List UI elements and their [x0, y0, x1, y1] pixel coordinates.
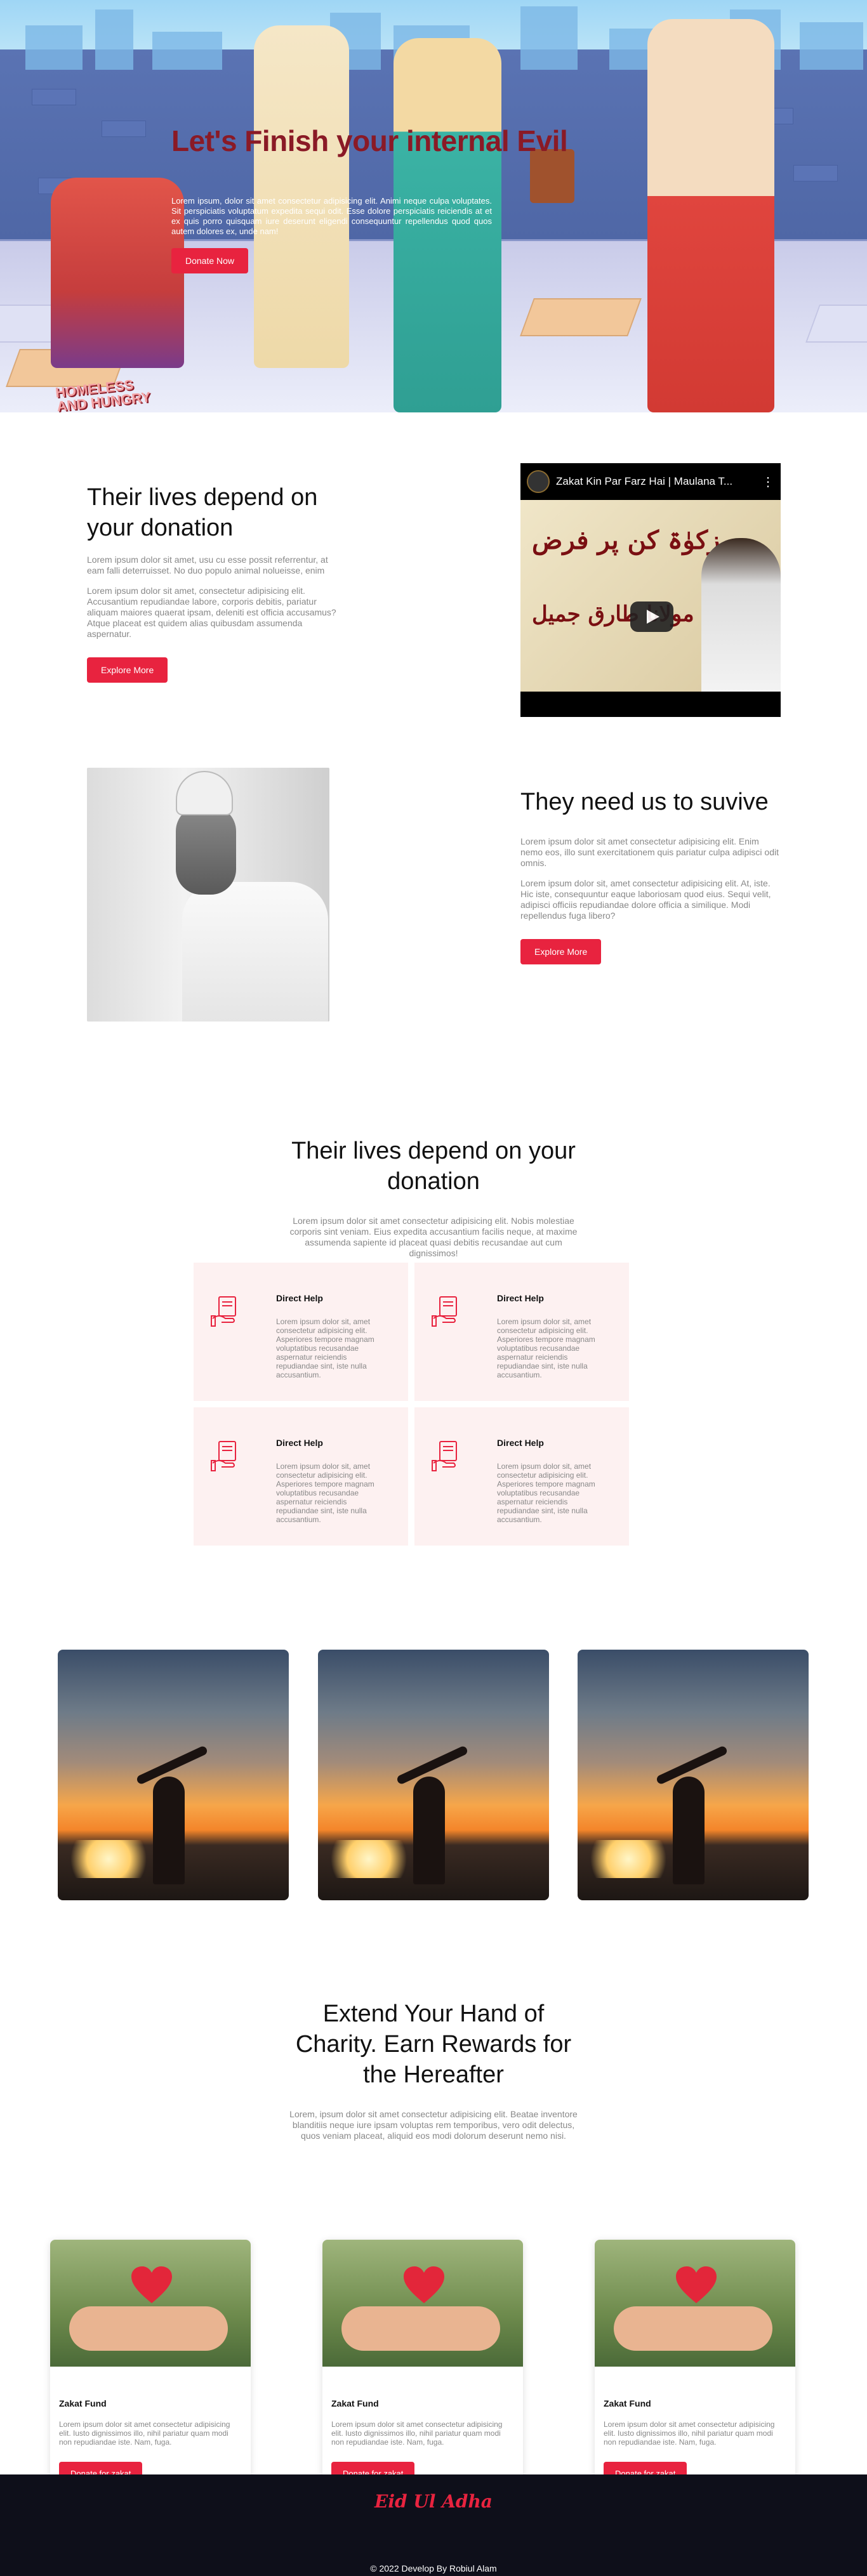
- section-title: Extend Your Hand of Charity. Earn Reward…: [295, 2001, 572, 2088]
- section-para: Lorem, ipsum dolor sit amet consectetur …: [289, 2109, 578, 2141]
- play-icon[interactable]: [630, 601, 673, 632]
- card-desc: Lorem ipsum dolor sit, amet consectetur …: [276, 1317, 374, 1379]
- card-desc: Lorem ipsum dolor sit, amet consectetur …: [497, 1317, 595, 1379]
- hero-text: Lorem ipsum, dolor sit amet consectetur …: [171, 196, 492, 236]
- section-para: Lorem ipsum dolor sit amet consectetur a…: [520, 836, 779, 868]
- illustration-standing-man: [647, 19, 774, 412]
- card-desc: Lorem ipsum dolor sit, amet consectetur …: [497, 1462, 595, 1524]
- help-document-icon: [211, 1441, 236, 1471]
- donation-section: Their lives depend on your donation Lore…: [0, 412, 867, 768]
- help-document-icon: [432, 1441, 457, 1471]
- explore-more-button[interactable]: Explore More: [520, 939, 602, 964]
- heart-icon: [131, 2266, 172, 2303]
- fund-title: Zakat Fund: [331, 2398, 379, 2408]
- section-para: Lorem ipsum dolor sit amet, usu cu esse …: [87, 555, 328, 575]
- section-title: Their lives depend on your donation: [291, 1138, 576, 1195]
- copyright-text: © 2022 Develop By Robiul Alam: [370, 2563, 497, 2573]
- fund-desc: Lorem ipsum dolor sit amet consectetur a…: [331, 2420, 503, 2447]
- heart-hands-photo: [50, 2240, 251, 2367]
- gallery-section: [0, 1650, 867, 1999]
- video-title-bar: Zakat Kin Par Farz Hai | Maulana T... ⋮: [520, 463, 781, 500]
- hero-title: Let's Finish your internal Evil: [171, 124, 568, 157]
- gallery-photo: [318, 1650, 549, 1900]
- help-card: Direct Help Lorem ipsum dolor sit, amet …: [414, 1407, 629, 1546]
- card-title: Direct Help: [276, 1293, 323, 1303]
- heart-icon: [676, 2266, 717, 2303]
- explore-more-button[interactable]: Explore More: [87, 657, 168, 683]
- section-para: Lorem ipsum dolor sit amet, consectetur …: [87, 586, 336, 639]
- survive-text: They need us to suvive Lorem ipsum dolor…: [520, 787, 781, 964]
- survive-section: They need us to suvive Lorem ipsum dolor…: [0, 768, 867, 1098]
- illustration-sitting-man: [51, 178, 184, 368]
- help-cards-grid: Direct Help Lorem ipsum dolor sit, amet …: [194, 1263, 629, 1546]
- video-title[interactable]: Zakat Kin Par Farz Hai | Maulana T...: [556, 475, 732, 488]
- fund-desc: Lorem ipsum dolor sit amet consectetur a…: [59, 2420, 230, 2447]
- more-icon[interactable]: ⋮: [762, 474, 774, 490]
- video-embed[interactable]: Zakat Kin Par Farz Hai | Maulana T... ⋮ …: [520, 463, 781, 717]
- fund-card: Zakat Fund Lorem ipsum dolor sit amet co…: [322, 2240, 523, 2506]
- thumbnail-person: [701, 538, 781, 692]
- gallery-photo: [58, 1650, 289, 1900]
- hero-section: HOMELESS AND HUNGRY Let's Finish your in…: [0, 0, 867, 412]
- help-card: Direct Help Lorem ipsum dolor sit, amet …: [194, 1407, 408, 1546]
- card-title: Direct Help: [276, 1438, 323, 1448]
- help-document-icon: [432, 1296, 457, 1327]
- heart-hands-photo: [322, 2240, 523, 2367]
- section-para: Lorem ipsum dolor sit amet consectetur a…: [289, 1216, 578, 1258]
- fund-title: Zakat Fund: [604, 2398, 651, 2408]
- gallery-photo: [578, 1650, 809, 1900]
- donate-now-button[interactable]: Donate Now: [171, 248, 249, 273]
- help-card: Direct Help Lorem ipsum dolor sit, amet …: [194, 1263, 408, 1401]
- card-title: Direct Help: [497, 1293, 544, 1303]
- channel-avatar: [527, 470, 550, 493]
- help-document-icon: [211, 1296, 236, 1327]
- section-title: Their lives depend on your donation: [87, 484, 318, 541]
- fund-title: Zakat Fund: [59, 2398, 107, 2408]
- thumbnail-calligraphy: زکوٰۃ کن پر فرض: [532, 525, 720, 555]
- video-thumbnail[interactable]: زکوٰۃ کن پر فرض مولانا طارق جمیل: [520, 500, 781, 692]
- fund-card: Zakat Fund Lorem ipsum dolor sit amet co…: [50, 2240, 251, 2506]
- section-para: Lorem ipsum dolor sit, amet consectetur …: [520, 878, 771, 921]
- heart-icon: [404, 2266, 444, 2303]
- card-title: Direct Help: [497, 1438, 544, 1448]
- section-title: They need us to suvive: [520, 789, 769, 815]
- fund-desc: Lorem ipsum dolor sit amet consectetur a…: [604, 2420, 775, 2447]
- card-desc: Lorem ipsum dolor sit, amet consectetur …: [276, 1462, 374, 1524]
- donation-text: Their lives depend on your donation Lore…: [87, 482, 341, 683]
- fund-card: Zakat Fund Lorem ipsum dolor sit amet co…: [595, 2240, 795, 2506]
- help-section: Their lives depend on your donation Lore…: [0, 1098, 867, 1650]
- help-card: Direct Help Lorem ipsum dolor sit, amet …: [414, 1263, 629, 1401]
- footer-logo[interactable]: Eid Ul Adha: [0, 2474, 867, 2512]
- heart-hands-photo: [595, 2240, 795, 2367]
- hero-content: Let's Finish your internal Evil Lorem ip…: [171, 124, 568, 273]
- praying-man-photo: [87, 768, 329, 1022]
- footer: Eid Ul Adha © 2022 Develop By Robiul Ala…: [0, 2474, 867, 2576]
